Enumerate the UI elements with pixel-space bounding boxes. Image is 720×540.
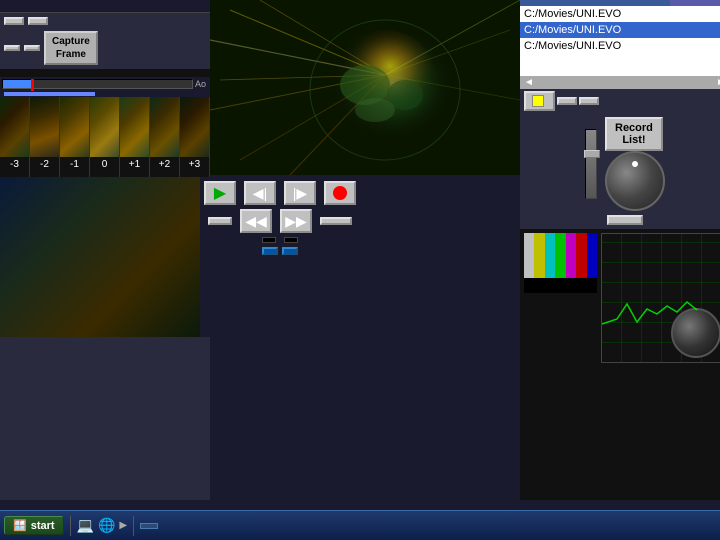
- start-button[interactable]: 🪟 start: [4, 516, 64, 535]
- taskbar-icon-1[interactable]: 💻: [77, 517, 94, 534]
- scope-area: [520, 229, 720, 500]
- file-list-scrollbar: ◄ ►: [520, 76, 720, 89]
- volume-knob[interactable]: [605, 151, 665, 211]
- file-list-item-1[interactable]: C:/Movies/UNI.EVO: [520, 6, 720, 22]
- colorbar-container: [524, 233, 597, 496]
- options-button[interactable]: [28, 17, 48, 25]
- home-button[interactable]: [4, 45, 20, 51]
- thumb-plus1[interactable]: +1: [120, 97, 150, 177]
- thumb-minus2[interactable]: -2: [30, 97, 60, 177]
- taskbar-separator: [70, 516, 71, 536]
- center-column: [210, 0, 520, 500]
- thumbnail-strip: -3 -2 -1 0 +1 +2: [0, 97, 210, 177]
- taskbar-arrow[interactable]: ▶: [119, 520, 127, 531]
- scroll-right-arrow[interactable]: ►: [716, 77, 720, 88]
- video-progress-row: Ao: [0, 77, 210, 91]
- waveform-svg: [602, 234, 720, 362]
- file-list-item-2[interactable]: C:/Movies/UNI.EVO: [520, 22, 720, 38]
- thumb-plus3[interactable]: +3: [180, 97, 210, 177]
- volume-slider[interactable]: [585, 129, 597, 199]
- scroll-left-arrow[interactable]: ◄: [524, 77, 534, 88]
- save-as-button[interactable]: [4, 17, 24, 25]
- taskbar-movieshop[interactable]: [140, 523, 158, 529]
- knob-area: RecordList!: [585, 117, 665, 211]
- timecode-display: [0, 69, 210, 77]
- controls-top: [0, 13, 210, 29]
- taskbar-separator-2: [133, 516, 134, 536]
- thumb-minus3[interactable]: -3: [0, 97, 30, 177]
- capture-frame-button[interactable]: CaptureFrame: [44, 31, 98, 65]
- bottom-area: ▶ ◀| |▶ ◀◀: [0, 177, 210, 337]
- file-list: C:/Movies/UNI.EVO C:/Movies/UNI.EVO C:/M…: [520, 6, 720, 76]
- file-list-item-3[interactable]: C:/Movies/UNI.EVO: [520, 38, 720, 54]
- record-list-button[interactable]: RecordList!: [605, 117, 663, 151]
- knob-indicator: [632, 161, 638, 167]
- help-button[interactable]: [24, 45, 40, 51]
- file-action-row: [520, 89, 720, 113]
- thumb-plus2[interactable]: +2: [150, 97, 180, 177]
- link-indicator: [532, 95, 544, 107]
- thumb-minus1[interactable]: -1: [60, 97, 90, 177]
- video-display: [210, 0, 520, 175]
- clear-button[interactable]: [579, 97, 599, 105]
- slider-thumb[interactable]: [584, 150, 600, 158]
- thumb-zero[interactable]: 0: [90, 97, 120, 177]
- scope-display: [601, 233, 720, 363]
- ao-label: Ao: [193, 79, 208, 89]
- taskbar: 🪟 start 💻 🌐 ▶: [0, 510, 720, 540]
- colorbars: [524, 233, 597, 278]
- exit-button[interactable]: [607, 215, 643, 225]
- right-controls: RecordList!: [520, 113, 720, 229]
- taskbar-icon-2[interactable]: 🌐: [98, 517, 115, 534]
- video-progress-bar[interactable]: [2, 79, 193, 89]
- bottom-thumb: [0, 177, 200, 337]
- start-icon: 🪟: [13, 519, 27, 532]
- left-panel: CaptureFrame Ao -3 -2: [0, 0, 210, 500]
- video-svg: [210, 0, 520, 175]
- file-info: [0, 0, 210, 13]
- nav-row: CaptureFrame: [0, 29, 210, 67]
- start-label: start: [31, 520, 55, 532]
- right-panel: C:/Movies/UNI.EVO C:/Movies/UNI.EVO C:/M…: [520, 0, 720, 500]
- link-button[interactable]: [524, 91, 555, 111]
- add-list-button[interactable]: [557, 97, 577, 105]
- slider-track[interactable]: [585, 129, 597, 199]
